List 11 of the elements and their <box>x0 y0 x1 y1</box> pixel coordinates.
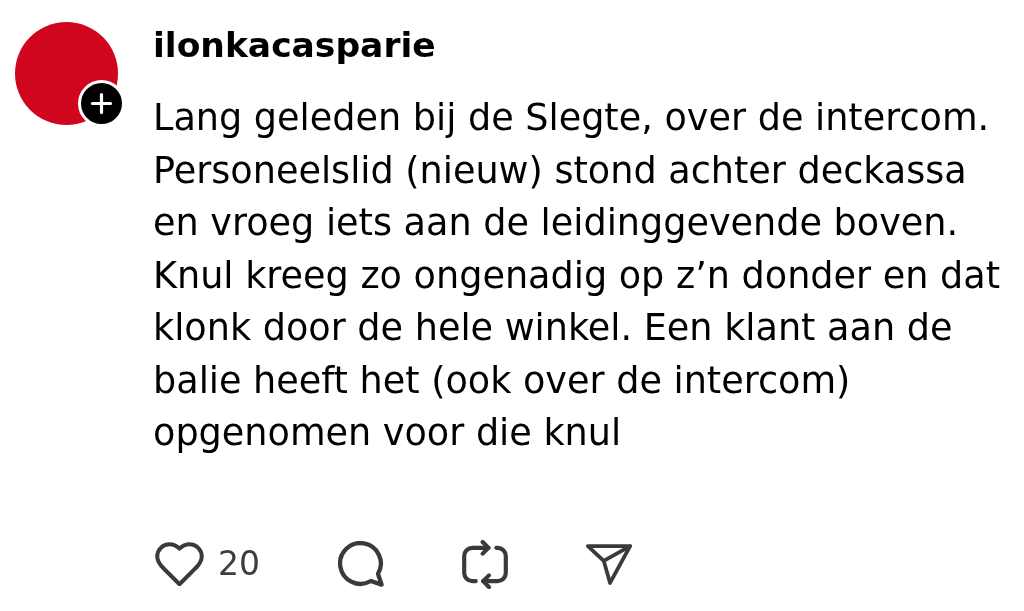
like-button[interactable]: 20 <box>155 541 260 587</box>
repost-arrows-icon <box>462 539 508 589</box>
speech-bubble-icon <box>338 541 384 587</box>
repost-button[interactable] <box>462 539 508 589</box>
reply-button[interactable] <box>338 541 384 587</box>
paper-plane-icon <box>586 543 632 585</box>
post-text: Lang geleden bij de Slegte, over de intercom. Personeelslid (nieuw) stond achter deckassa en vroeg iets aan de leidinggevende boven. Knul kreeg zo ongenadig op z’n donder en dat klonk door de hele winkel. Een klant aan de balie heeft het (ook over de intercom) opgenomen voor die knul <box>153 95 1002 456</box>
share-button[interactable] <box>586 543 632 585</box>
username[interactable]: ilonkacasparie <box>153 27 1005 63</box>
heart-icon <box>155 541 204 587</box>
follow-plus-icon[interactable] <box>78 80 125 127</box>
